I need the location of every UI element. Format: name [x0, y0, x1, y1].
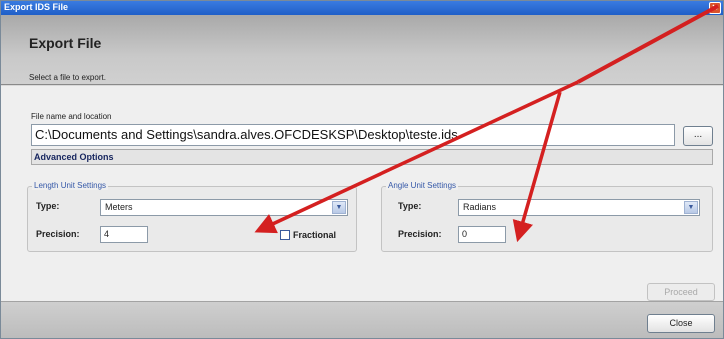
length-type-value: Meters [105, 202, 133, 212]
length-group-title: Length Unit Settings [32, 181, 109, 190]
length-type-label: Type: [36, 201, 60, 211]
window-title: Export IDS File [4, 2, 69, 12]
angle-type-value: Radians [463, 202, 497, 212]
fractional-checkbox[interactable] [280, 230, 290, 240]
angle-unit-settings-group: Angle Unit Settings Type: Radians ▼ Prec… [381, 181, 713, 252]
angle-group-title: Angle Unit Settings [386, 181, 459, 190]
fractional-label: Fractional [293, 230, 337, 240]
proceed-button[interactable]: Proceed [647, 283, 715, 301]
angle-precision-label: Precision: [398, 229, 442, 239]
page-subtitle: Select a file to export. [29, 73, 106, 82]
browse-button[interactable]: ... [683, 126, 713, 146]
export-dialog: Export IDS File ✕ Export File Select a f… [0, 0, 724, 339]
page-title: Export File [29, 35, 102, 51]
window-close-icon[interactable]: ✕ [709, 2, 721, 14]
angle-type-label: Type: [398, 201, 422, 211]
length-unit-settings-group: Length Unit Settings Type: Meters ▼ Prec… [27, 181, 357, 252]
length-precision-input[interactable]: 4 [100, 226, 148, 243]
angle-type-select[interactable]: Radians ▼ [458, 199, 700, 216]
chevron-down-icon[interactable]: ▼ [684, 201, 698, 214]
file-location-label: File name and location [31, 112, 112, 121]
chevron-down-icon[interactable]: ▼ [332, 201, 346, 214]
footer-bar: Close [1, 301, 723, 338]
header-banner: Export File Select a file to export. [1, 15, 723, 85]
advanced-options-header[interactable]: Advanced Options [31, 149, 713, 165]
title-bar[interactable]: Export IDS File ✕ [1, 1, 723, 15]
main-content: File name and location C:\Documents and … [1, 86, 723, 301]
length-precision-label: Precision: [36, 229, 80, 239]
file-path-input[interactable]: C:\Documents and Settings\sandra.alves.O… [31, 124, 675, 146]
length-type-select[interactable]: Meters ▼ [100, 199, 348, 216]
advanced-options-label: Advanced Options [34, 152, 114, 162]
angle-precision-input[interactable]: 0 [458, 226, 506, 243]
close-button[interactable]: Close [647, 314, 715, 333]
